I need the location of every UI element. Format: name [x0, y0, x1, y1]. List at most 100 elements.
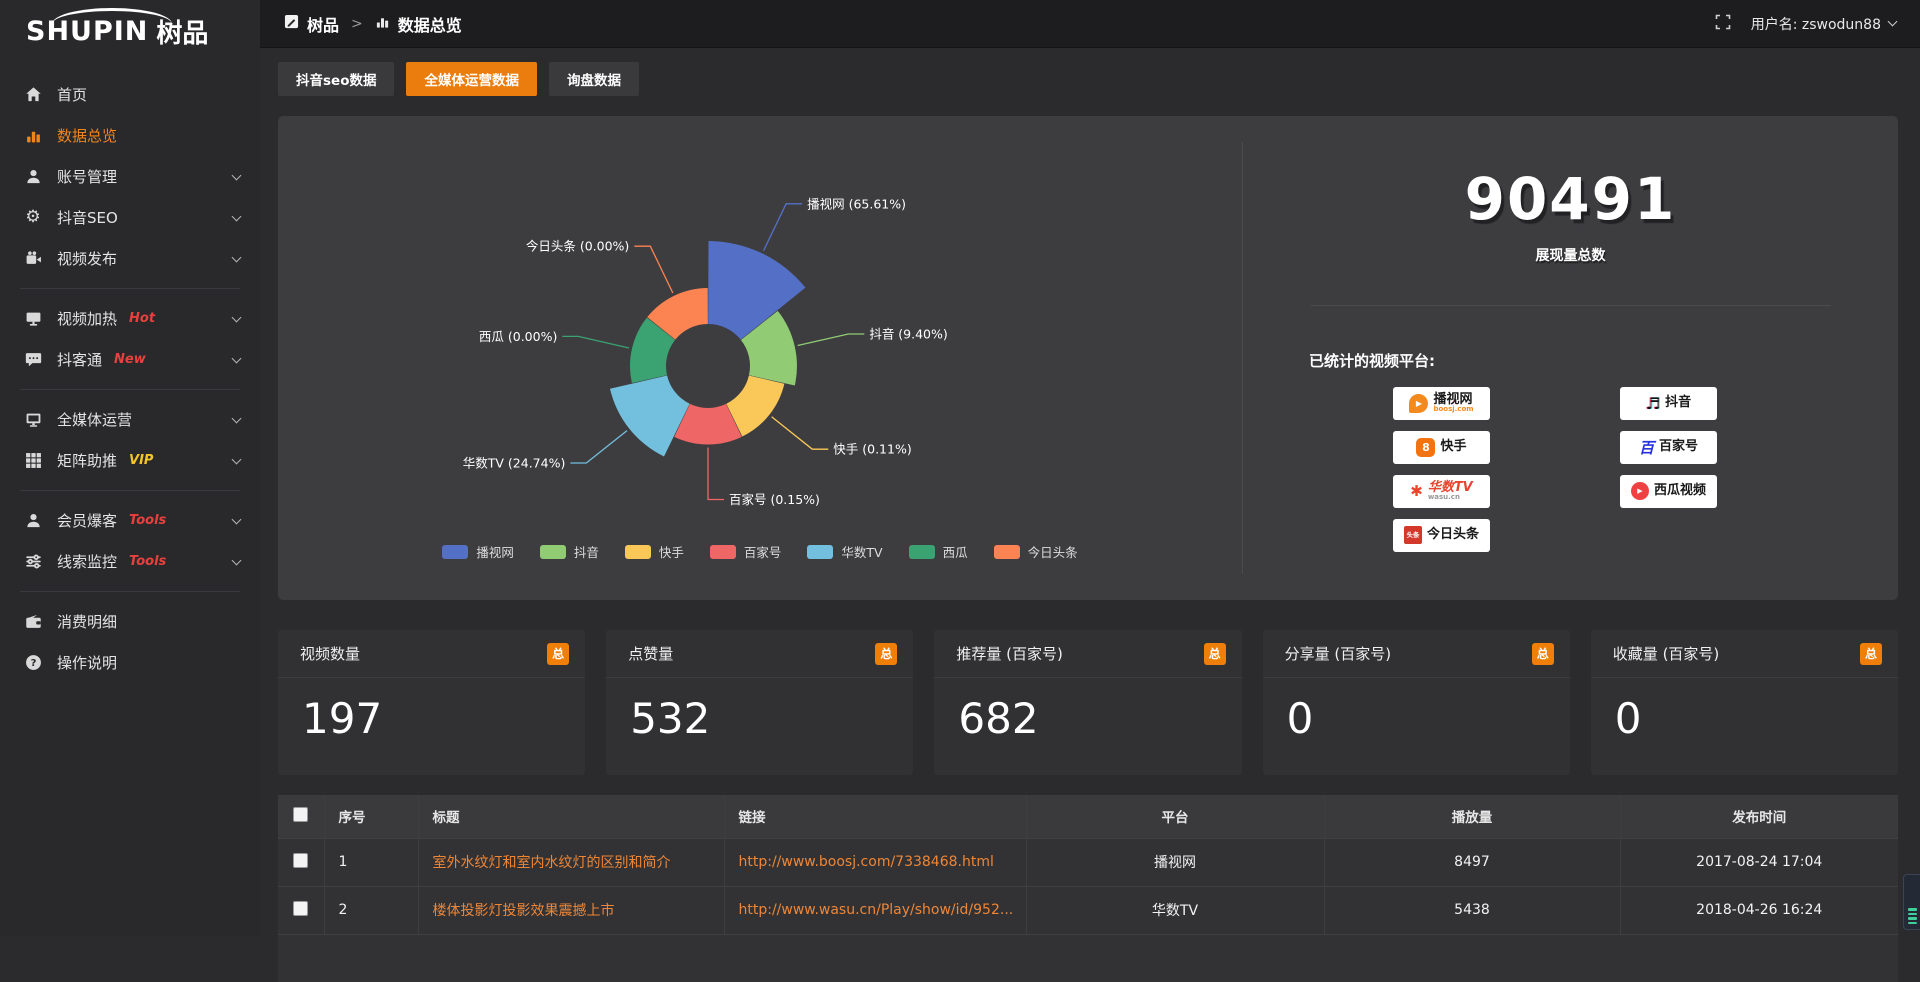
- col-header-platform: 平台: [1026, 795, 1324, 838]
- chevron-down-icon: [232, 555, 242, 565]
- tab-0[interactable]: 抖音seo数据: [278, 62, 394, 96]
- user-menu[interactable]: 用户名: zswodun88: [1751, 14, 1896, 34]
- total-badge[interactable]: 总: [1860, 643, 1882, 665]
- stat-card-header: 推荐量 (百家号) 总: [934, 630, 1241, 678]
- tab-1[interactable]: 全媒体运营数据: [406, 62, 537, 96]
- platform-badges: ▶播视网boosj.com8快手✱华数TVwasu.cn头条今日头条 ♬抖音百百…: [1393, 387, 1898, 552]
- rose-chart-svg: 播视网 (65.61%)抖音 (9.40%)快手 (0.11%)百家号 (0.1…: [278, 116, 1242, 536]
- cell-time: 2018-04-26 16:24: [1620, 886, 1898, 934]
- chevron-down-icon: [232, 211, 242, 221]
- legend-swatch: [909, 545, 935, 559]
- legend-item-3[interactable]: 百家号: [710, 542, 782, 561]
- sidebar-item-label: 抖音SEO: [57, 207, 118, 228]
- tab-2[interactable]: 询盘数据: [549, 62, 639, 96]
- platform-badge-name: 百家号: [1659, 440, 1698, 454]
- cell-plays: 8497: [1324, 838, 1620, 886]
- video-title-link[interactable]: 楼体投影灯投影效果震撼上市: [433, 903, 615, 919]
- sidebar-item-help[interactable]: ?操作说明: [0, 642, 260, 683]
- cell-index: 1: [324, 838, 418, 886]
- kuaishou-logo-icon: 8: [1416, 438, 1435, 457]
- stat-card-header: 视频数量 总: [278, 630, 585, 678]
- screen-icon: [24, 411, 42, 429]
- toutiao-logo-icon: 头条: [1404, 526, 1422, 544]
- legend-item-0[interactable]: 播视网: [442, 542, 514, 561]
- stat-card-title: 推荐量 (百家号): [956, 643, 1062, 664]
- sidebar-item-member-baoke[interactable]: 会员爆客Tools: [0, 500, 260, 541]
- table-header-row: 序号 标题 链接 平台 播放量 发布时间: [278, 795, 1898, 838]
- legend-item-5[interactable]: 西瓜: [909, 542, 968, 561]
- sidebar-item-consume-detail[interactable]: 消费明细: [0, 601, 260, 642]
- stat-card-header: 分享量 (百家号)总: [1263, 630, 1570, 678]
- legend-label: 华数TV: [841, 542, 882, 561]
- wallet-icon: [24, 613, 42, 631]
- total-badge[interactable]: 总: [1204, 643, 1226, 665]
- breadcrumb-root[interactable]: 树品: [307, 12, 339, 36]
- pie-label-line-3: [708, 447, 724, 499]
- app-logo[interactable]: SHUPIN 树品: [0, 0, 260, 62]
- video-title-link[interactable]: 室外水纹灯和室内水纹灯的区别和简介: [433, 855, 671, 871]
- select-all-checkbox[interactable]: [293, 807, 308, 822]
- pie-label-line-4: [570, 431, 627, 463]
- legend-item-1[interactable]: 抖音: [540, 542, 599, 561]
- legend-label: 百家号: [744, 542, 782, 561]
- legend-item-4[interactable]: 华数TV: [807, 542, 882, 561]
- stat-card-header: 收藏量 (百家号)总: [1591, 630, 1898, 678]
- legend-item-2[interactable]: 快手: [625, 542, 684, 561]
- pie-slice-0[interactable]: [708, 241, 805, 340]
- stat-card-3: 分享量 (百家号)总0: [1263, 630, 1570, 775]
- sidebar-item-douketong[interactable]: 抖客通New: [0, 339, 260, 380]
- total-impressions-value: 90491: [1243, 166, 1898, 233]
- monitor-icon: [24, 310, 42, 328]
- sidebar-item-matrix-boost[interactable]: 矩阵助推VIP: [0, 440, 260, 481]
- overview-panel: 播视网 (65.61%)抖音 (9.40%)快手 (0.11%)百家号 (0.1…: [278, 116, 1898, 600]
- home-icon: [24, 86, 42, 104]
- breadcrumb-root-icon: [284, 14, 299, 33]
- stat-cards-row: 视频数量总197点赞量总532推荐量 (百家号)总682分享量 (百家号)总0收…: [278, 630, 1898, 775]
- pie-label-1: 抖音 (9.40%): [869, 326, 947, 341]
- stat-card-header: 点赞量 总: [606, 630, 913, 678]
- pie-label-5: 西瓜 (0.00%): [479, 329, 557, 344]
- stat-card-value: 0: [1591, 678, 1898, 743]
- legend-item-6[interactable]: 今日头条: [994, 542, 1078, 561]
- sidebar-item-douyin-seo[interactable]: ⚙抖音SEO: [0, 197, 260, 238]
- breadcrumb-current[interactable]: 数据总览: [398, 12, 462, 36]
- row-checkbox[interactable]: [293, 853, 308, 868]
- sidebar-item-tag: Tools: [129, 554, 166, 569]
- main-content: 抖音seo数据全媒体运营数据询盘数据 播视网 (65.61%)抖音 (9.40%…: [260, 48, 1920, 936]
- sidebar-item-label: 全媒体运营: [57, 409, 132, 430]
- platform-badge-sub: boosj.com: [1433, 406, 1473, 413]
- sidebar-item-data-overview[interactable]: 数据总览: [0, 115, 260, 156]
- pie-label-line-1: [798, 334, 865, 346]
- video-url-link[interactable]: http://www.wasu.cn/Play/show/id/952...: [739, 902, 1014, 918]
- platform-badge-name: 华数TV: [1428, 481, 1473, 495]
- video-icon: [24, 250, 42, 268]
- total-badge[interactable]: 总: [547, 643, 569, 665]
- platform-badge-boosj: ▶播视网boosj.com: [1393, 387, 1490, 420]
- total-badge[interactable]: 总: [875, 643, 897, 665]
- legend-swatch: [442, 545, 468, 559]
- svg-text:?: ?: [30, 658, 36, 669]
- legend-label: 抖音: [574, 542, 599, 561]
- floating-widget[interactable]: [1903, 874, 1920, 930]
- row-checkbox[interactable]: [293, 901, 308, 916]
- stat-card-title: 点赞量: [628, 643, 673, 664]
- platform-badge-douyin: ♬抖音: [1620, 387, 1717, 420]
- sidebar-item-video-heat[interactable]: 视频加热Hot: [0, 298, 260, 339]
- sidebar-item-label: 矩阵助推: [57, 450, 117, 471]
- sidebar-item-omni-media[interactable]: 全媒体运营: [0, 399, 260, 440]
- fullscreen-icon[interactable]: [1715, 14, 1731, 34]
- sidebar-item-home[interactable]: 首页: [0, 74, 260, 115]
- sidebar-item-clue-monitor[interactable]: 线索监控Tools: [0, 541, 260, 582]
- stat-card-title: 视频数量: [300, 643, 360, 664]
- sidebar-item-video-publish[interactable]: 视频发布: [0, 238, 260, 279]
- logo-arc-decoration: [52, 8, 172, 24]
- platform-badge-baijiahao: 百百家号: [1620, 431, 1717, 464]
- sidebar-item-account-manage[interactable]: 账号管理: [0, 156, 260, 197]
- breadcrumb-separator: >: [351, 16, 363, 32]
- total-badge[interactable]: 总: [1532, 643, 1554, 665]
- videos-table: 序号 标题 链接 平台 播放量 发布时间 1 室外水纹灯和室内水纹灯的区别和简介…: [278, 795, 1898, 982]
- pie-slice-4[interactable]: [610, 376, 690, 457]
- pie-label-4: 华数TV (24.74%): [463, 456, 566, 471]
- chevron-down-icon: [232, 514, 242, 524]
- video-url-link[interactable]: http://www.boosj.com/7338468.html: [739, 854, 994, 870]
